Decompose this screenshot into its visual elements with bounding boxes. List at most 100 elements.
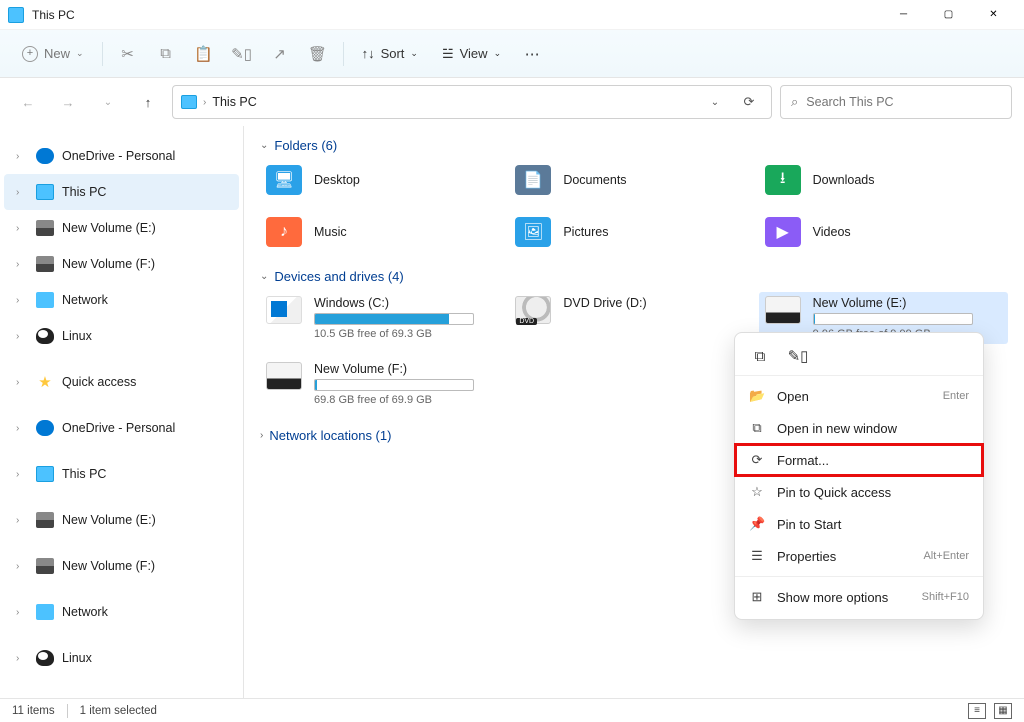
toolbar-divider xyxy=(343,42,344,66)
sidebar-item-onedrive[interactable]: ›OneDrive - Personal xyxy=(4,410,239,446)
chevron-right-icon: › xyxy=(16,469,28,480)
sort-button[interactable]: ↑↓ Sort ⌄ xyxy=(352,40,428,67)
ctx-open[interactable]: 📂OpenEnter xyxy=(735,380,983,412)
drive-usage-bar xyxy=(813,313,973,325)
sidebar-item-label: New Volume (F:) xyxy=(62,559,155,573)
context-quick-actions: ⧉ ✎▯ xyxy=(735,339,983,376)
folder-desktop[interactable]: 🖥 Desktop xyxy=(260,161,509,199)
refresh-button[interactable]: ⟳ xyxy=(735,88,763,116)
forward-button[interactable]: → xyxy=(52,86,84,118)
cut-icon[interactable]: ✂ xyxy=(111,37,145,71)
folder-label: Downloads xyxy=(813,173,875,187)
navigation-row: ← → ⌄ ↑ › This PC ⌄ ⟳ ⌕ xyxy=(0,78,1024,126)
pc-icon xyxy=(181,95,197,109)
recent-dropdown[interactable]: ⌄ xyxy=(92,86,124,118)
delete-icon[interactable]: 🗑 xyxy=(301,37,335,71)
up-button[interactable]: ↑ xyxy=(132,86,164,118)
folder-label: Pictures xyxy=(563,225,608,239)
copy-icon[interactable]: ⧉ xyxy=(749,345,771,367)
sidebar-item-drive-f[interactable]: ›New Volume (F:) xyxy=(4,548,239,584)
folder-label: Documents xyxy=(563,173,626,187)
drive-new-volume-f[interactable]: New Volume (F:) 69.8 GB free of 69.9 GB xyxy=(260,358,509,410)
pictures-icon: 🖼 xyxy=(515,217,551,247)
ctx-label: Format... xyxy=(777,453,829,468)
ctx-show-more[interactable]: ⊞ Show more options Shift+F10 xyxy=(735,581,983,613)
drive-free-text: 10.5 GB free of 69.3 GB xyxy=(314,328,503,340)
sidebar-item-quick-access[interactable]: ›★Quick access xyxy=(4,364,239,400)
address-dropdown[interactable]: ⌄ xyxy=(701,88,729,116)
sidebar-item-linux[interactable]: ›Linux xyxy=(4,640,239,676)
folder-label: Desktop xyxy=(314,173,360,187)
chevron-right-icon: › xyxy=(260,430,263,441)
ctx-pin-start[interactable]: 📌Pin to Start xyxy=(735,508,983,540)
sidebar-item-linux[interactable]: ›Linux xyxy=(4,318,239,354)
ctx-format[interactable]: ⟳Format... xyxy=(735,444,983,476)
chevron-down-icon: ⌄ xyxy=(260,140,268,151)
minimize-button[interactable]: ─ xyxy=(881,0,926,30)
chevron-right-icon: › xyxy=(16,187,28,198)
sidebar-item-drive-e[interactable]: ›New Volume (E:) xyxy=(4,502,239,538)
maximize-button[interactable]: ▢ xyxy=(926,0,971,30)
status-selected: 1 item selected xyxy=(80,705,157,717)
sidebar-item-onedrive[interactable]: ›OneDrive - Personal xyxy=(4,138,239,174)
rename-icon[interactable]: ✎▯ xyxy=(787,345,809,367)
folders-grid: 🖥 Desktop 📄Documents ⭳ Downloads ♪Music 🖼 P… xyxy=(260,161,1008,251)
more-icon: ⊞ xyxy=(749,589,765,605)
rename-icon[interactable]: ✎▯ xyxy=(225,37,259,71)
copy-icon[interactable]: ⧉ xyxy=(149,37,183,71)
details-view-button[interactable]: ≡ xyxy=(968,703,986,719)
sidebar-item-this-pc[interactable]: › This PC xyxy=(4,456,239,492)
back-button[interactable]: ← xyxy=(12,86,44,118)
ctx-label: Show more options xyxy=(777,590,888,605)
sidebar-item-label: New Volume (F:) xyxy=(62,257,155,271)
sidebar-item-drive-f[interactable]: ›New Volume (F:) xyxy=(4,246,239,282)
drive-dvd-d[interactable]: DVD Drive (D:) xyxy=(509,292,758,344)
search-input[interactable] xyxy=(806,95,1001,109)
network-icon xyxy=(36,604,54,620)
address-bar[interactable]: › This PC ⌄ ⟳ xyxy=(172,85,772,119)
chevron-right-icon: › xyxy=(16,653,28,664)
more-button[interactable]: ⋯ xyxy=(515,37,549,71)
folder-music[interactable]: ♪Music xyxy=(260,213,509,251)
sidebar-item-this-pc[interactable]: ›This PC xyxy=(4,174,239,210)
ctx-label: Open xyxy=(777,389,809,404)
view-button[interactable]: ☱ View ⌄ xyxy=(432,40,511,68)
cloud-icon xyxy=(36,420,54,436)
icons-view-button[interactable]: ▦ xyxy=(994,703,1012,719)
folder-pictures[interactable]: 🖼 Pictures xyxy=(509,213,758,251)
drive-windows-c[interactable]: Windows (C:) 10.5 GB free of 69.3 GB xyxy=(260,292,509,344)
toolbar-divider xyxy=(102,42,103,66)
drives-group-header[interactable]: ⌄ Devices and drives (4) xyxy=(260,269,1008,284)
linux-icon xyxy=(36,328,54,344)
view-mode-switcher: ≡ ▦ xyxy=(968,703,1012,719)
sidebar-item-network[interactable]: ›Network xyxy=(4,282,239,318)
new-button[interactable]: + New ⌄ xyxy=(12,40,94,68)
desktop-icon: 🖥 xyxy=(266,165,302,195)
network-icon xyxy=(36,292,54,308)
status-bar: 11 items 1 item selected ≡ ▦ xyxy=(0,698,1024,722)
downloads-icon: ⭳ xyxy=(765,165,801,195)
close-button[interactable]: ✕ xyxy=(971,0,1016,30)
sidebar-item-drive-e[interactable]: ›New Volume (E:) xyxy=(4,210,239,246)
folders-group-header[interactable]: ⌄ Folders (6) xyxy=(260,138,1008,153)
ctx-label: Properties xyxy=(777,549,836,564)
properties-icon: ☰ xyxy=(749,548,765,564)
folder-videos[interactable]: ▶Videos xyxy=(759,213,1008,251)
folder-downloads[interactable]: ⭳ Downloads xyxy=(759,161,1008,199)
breadcrumb[interactable]: This PC xyxy=(212,95,256,109)
share-icon[interactable]: ↗ xyxy=(263,37,297,71)
sidebar-item-network[interactable]: ›Network xyxy=(4,594,239,630)
dvd-drive-icon xyxy=(515,296,551,324)
sort-label: Sort xyxy=(381,46,405,61)
paste-icon[interactable]: 📋 xyxy=(187,37,221,71)
ctx-properties[interactable]: ☰PropertiesAlt+Enter xyxy=(735,540,983,572)
ctx-pin-quick-access[interactable]: ☆Pin to Quick access xyxy=(735,476,983,508)
sidebar-item-label: New Volume (E:) xyxy=(62,221,156,235)
sidebar-item-label: This PC xyxy=(62,467,106,481)
chevron-right-icon: › xyxy=(16,607,28,618)
search-box[interactable]: ⌕ xyxy=(780,85,1012,119)
ctx-shortcut: Enter xyxy=(943,390,969,402)
folder-documents[interactable]: 📄Documents xyxy=(509,161,758,199)
ctx-shortcut: Shift+F10 xyxy=(922,591,969,603)
ctx-open-new-window[interactable]: ⧉Open in new window xyxy=(735,412,983,444)
